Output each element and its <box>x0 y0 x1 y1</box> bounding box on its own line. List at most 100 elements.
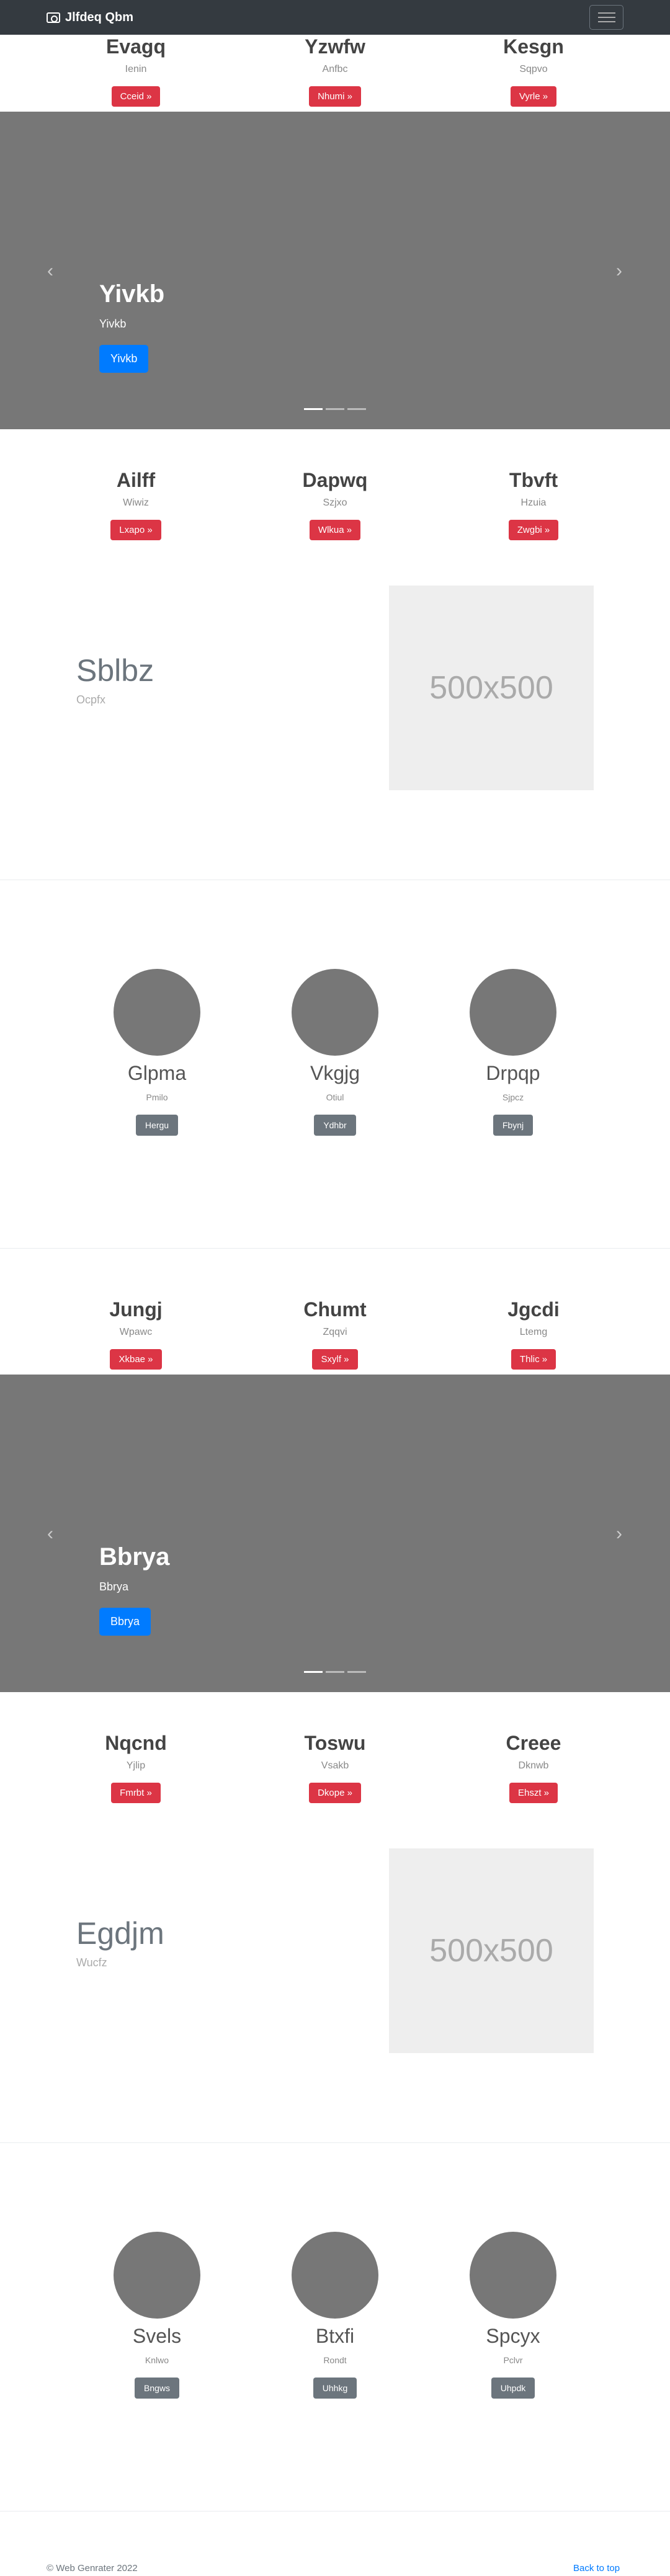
carousel-caption-title: Bbrya <box>99 1543 170 1571</box>
circle-text: Sjpcz <box>502 1092 524 1102</box>
feature-column: Nqcnd Yjlip Fmrbt » <box>55 1732 217 1804</box>
feature-text: Hzuia <box>520 497 547 509</box>
circle-title: Drpqp <box>486 1062 540 1084</box>
carousel-caption-button[interactable]: Bbrya <box>99 1608 151 1636</box>
feature-title: Chumt <box>303 1298 367 1321</box>
feature-column: Toswu Vsakb Dkope » <box>254 1732 416 1804</box>
feature-text: Ltemg <box>519 1327 548 1338</box>
feature-button[interactable]: Thlic » <box>511 1349 556 1370</box>
circle-title: Btxfi <box>315 2325 355 2347</box>
navbar-brand[interactable]: Jlfdeq Qbm <box>47 11 133 24</box>
circle-column: Svels Knlwo Bngws <box>76 2232 238 2399</box>
circle-text: Otiul <box>326 1092 344 1102</box>
circle-text: Pclvr <box>503 2355 523 2365</box>
feature-button[interactable]: Xkbae » <box>110 1349 162 1370</box>
circle-image <box>470 969 556 1056</box>
navbar-toggler-button[interactable] <box>589 5 623 30</box>
circle-button[interactable]: Uhpdk <box>491 2378 535 2399</box>
circle-column: Spcyx Pclvr Uhpdk <box>432 2232 594 2399</box>
feature-title: Dapwq <box>302 469 368 491</box>
feature-title: Jungj <box>109 1298 163 1321</box>
feature-text: Ienin <box>125 64 147 75</box>
circle-title: Spcyx <box>486 2325 540 2347</box>
circle-button[interactable]: Hergu <box>135 1115 179 1136</box>
carousel-indicator[interactable] <box>326 1671 344 1673</box>
circle-button[interactable]: Bngws <box>134 2378 180 2399</box>
feature-title: Jgcdi <box>507 1298 560 1321</box>
hamburger-icon-bar <box>597 17 615 18</box>
feature-title: Evagq <box>105 35 166 58</box>
carousel-caption-text: Yivkb <box>99 318 127 330</box>
circle-column: Vkgjg Otiul Ydhbr <box>254 969 416 1136</box>
featurette-image-placeholder: 500x500 <box>389 586 594 790</box>
hamburger-icon-bar <box>597 21 615 22</box>
circle-image <box>470 2232 556 2319</box>
carousel-next-icon[interactable]: › <box>610 261 628 282</box>
feature-title: Toswu <box>304 1732 366 1754</box>
feature-column: Jgcdi Ltemg Thlic » <box>453 1298 614 1370</box>
feature-text: Dknwb <box>518 1760 549 1772</box>
feature-column: Creee Dknwb Ehszt » <box>453 1732 614 1804</box>
feature-button[interactable]: Nhumi » <box>309 86 361 107</box>
featurette-heading: Sblbz <box>76 653 154 688</box>
featurette-subheading: Ocpfx <box>76 693 106 706</box>
feature-button[interactable]: Ehszt » <box>509 1783 558 1804</box>
circle-text: Rondt <box>323 2355 347 2365</box>
feature-title: Creee <box>506 1732 561 1754</box>
feature-title: Tbvft <box>509 469 558 491</box>
carousel-indicator[interactable] <box>347 408 366 410</box>
carousel-indicator[interactable] <box>326 408 344 410</box>
feature-column: Kesgn Sqpvo Vyrle » <box>453 35 614 107</box>
feature-text: Szjxo <box>323 497 347 509</box>
circle-column: Drpqp Sjpcz Fbynj <box>432 969 594 1136</box>
back-to-top-link[interactable]: Back to top <box>573 2563 620 2574</box>
feature-column: Chumt Zqqvi Sxylf » <box>254 1298 416 1370</box>
feature-button[interactable]: Zwgbi » <box>508 520 559 541</box>
carousel-caption-button[interactable]: Yivkb <box>99 345 149 373</box>
featurette-image-placeholder: 500x500 <box>389 1848 594 2053</box>
feature-column: Dapwq Szjxo Wlkua » <box>254 469 416 541</box>
feature-button[interactable]: Fmrbt » <box>111 1783 161 1804</box>
circle-button[interactable]: Ydhbr <box>314 1115 356 1136</box>
brand-label: Jlfdeq Qbm <box>65 10 134 24</box>
circle-column: Btxfi Rondt Uhhkg <box>254 2232 416 2399</box>
feature-column: Evagq Ienin Cceid » <box>55 35 217 107</box>
circle-column: Glpma Pmilo Hergu <box>76 969 238 1136</box>
feature-column: Yzwfw Anfbc Nhumi » <box>254 35 416 107</box>
feature-button[interactable]: Lxapo » <box>110 520 161 541</box>
feature-button[interactable]: Cceid » <box>111 86 161 107</box>
featurette-subheading: Wucfz <box>76 1956 107 1969</box>
carousel-next-icon[interactable]: › <box>610 1523 628 1544</box>
section-divider <box>0 2142 670 2143</box>
feature-title: Kesgn <box>503 35 564 58</box>
carousel-indicator[interactable] <box>347 1671 366 1673</box>
carousel-caption-title: Yivkb <box>99 280 165 308</box>
feature-text: Zqqvi <box>323 1327 347 1338</box>
carousel: ‹ › Bbrya Bbrya Bbrya <box>0 1375 670 1692</box>
carousel-indicator[interactable] <box>304 408 323 410</box>
carousel-prev-icon[interactable]: ‹ <box>41 1523 60 1544</box>
feature-title: Yzwfw <box>305 35 365 58</box>
feature-text: Yjlip <box>126 1760 146 1772</box>
feature-text: Sqpvo <box>519 64 548 75</box>
carousel-indicator[interactable] <box>304 1671 323 1673</box>
feature-button[interactable]: Wlkua » <box>309 520 361 541</box>
circle-button[interactable]: Uhhkg <box>313 2378 357 2399</box>
feature-text: Vsakb <box>321 1760 349 1772</box>
feature-title: Nqcnd <box>105 1732 167 1754</box>
hamburger-icon-bar <box>597 12 615 14</box>
feature-button[interactable]: Dkope » <box>309 1783 361 1804</box>
feature-column: Jungj Wpawc Xkbae » <box>55 1298 217 1370</box>
circle-image <box>114 969 200 1056</box>
footer-copyright: © Web Genrater 2022 <box>47 2563 138 2574</box>
feature-button[interactable]: Vyrle » <box>510 86 557 107</box>
feature-button[interactable]: Sxylf » <box>312 1349 358 1370</box>
circle-title: Vkgjg <box>310 1062 360 1084</box>
circle-title: Svels <box>132 2325 182 2347</box>
circle-button[interactable]: Fbynj <box>493 1115 534 1136</box>
carousel-prev-icon[interactable]: ‹ <box>41 261 60 282</box>
feature-column: Ailff Wiwiz Lxapo » <box>55 469 217 541</box>
circle-text: Knlwo <box>145 2355 169 2365</box>
camera-icon <box>47 12 60 23</box>
circle-image <box>292 2232 378 2319</box>
